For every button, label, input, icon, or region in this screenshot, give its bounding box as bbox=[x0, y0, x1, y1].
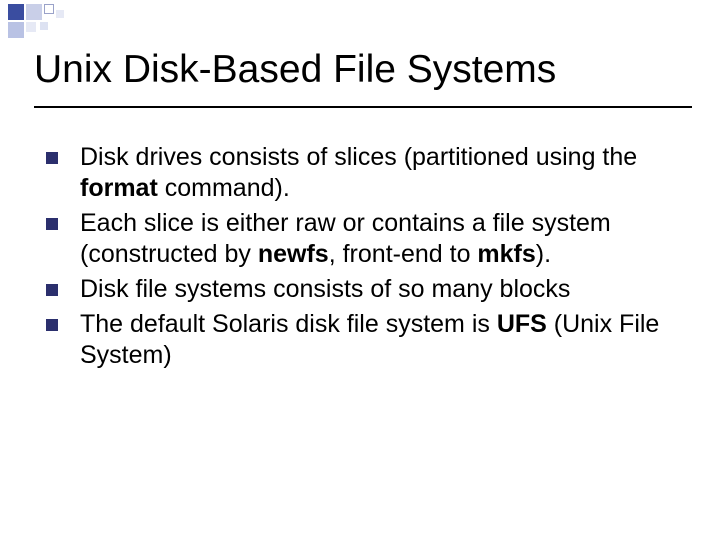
list-item: Each slice is either raw or contains a f… bbox=[42, 208, 672, 270]
deco-square bbox=[8, 22, 24, 38]
square-bullet-icon bbox=[46, 284, 58, 296]
list-item: Disk file systems consists of so many bl… bbox=[42, 274, 672, 305]
deco-square bbox=[56, 10, 64, 18]
list-item-text: The default Solaris disk file system is … bbox=[80, 309, 672, 371]
deco-square bbox=[44, 4, 54, 14]
square-bullet-icon bbox=[46, 152, 58, 164]
title-area: Unix Disk-Based File Systems bbox=[34, 48, 686, 99]
deco-square bbox=[40, 22, 48, 30]
body-area: Disk drives consists of slices (partitio… bbox=[42, 142, 672, 375]
deco-square bbox=[26, 4, 42, 20]
list-item: Disk drives consists of slices (partitio… bbox=[42, 142, 672, 204]
list-item-text: Disk drives consists of slices (partitio… bbox=[80, 142, 672, 204]
square-bullet-icon bbox=[46, 218, 58, 230]
square-bullet-icon bbox=[46, 319, 58, 331]
list-item-text: Disk file systems consists of so many bl… bbox=[80, 274, 672, 305]
deco-square bbox=[26, 22, 36, 32]
list-item: The default Solaris disk file system is … bbox=[42, 309, 672, 371]
slide: Unix Disk-Based File Systems Disk drives… bbox=[0, 0, 720, 540]
slide-title: Unix Disk-Based File Systems bbox=[34, 48, 686, 99]
deco-square bbox=[8, 4, 24, 20]
title-underline bbox=[34, 106, 692, 108]
list-item-text: Each slice is either raw or contains a f… bbox=[80, 208, 672, 270]
corner-decoration bbox=[0, 0, 150, 40]
